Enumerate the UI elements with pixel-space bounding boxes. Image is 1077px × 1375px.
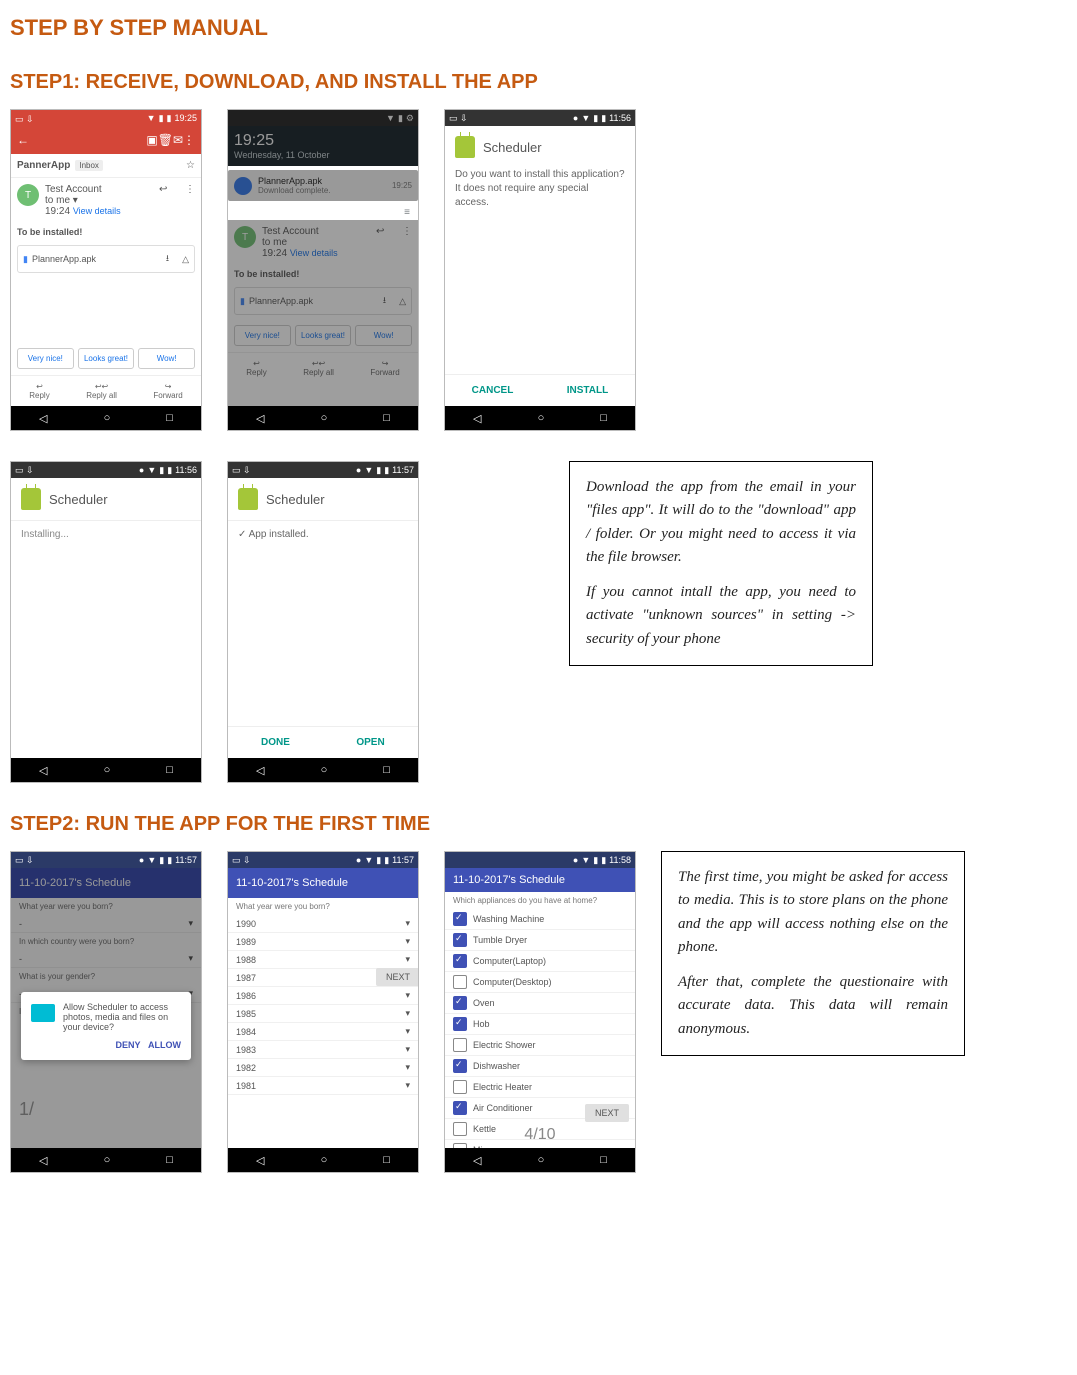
android-icon	[455, 136, 475, 158]
instructions-box-2: The first time, you might be asked for a…	[661, 851, 965, 1056]
year-option[interactable]: 1983▾	[228, 1041, 418, 1059]
screenshot-appliances: ●▼▮▮11:58 11-10-2017's Schedule Which ap…	[444, 851, 636, 1173]
download-icon[interactable]: ⭳	[166, 251, 169, 267]
appliance-checkbox[interactable]: Electric Heater	[445, 1077, 635, 1098]
year-option[interactable]: 1981▾	[228, 1077, 418, 1095]
next-button[interactable]: NEXT	[376, 968, 418, 986]
year-option[interactable]: 1990▾	[228, 915, 418, 933]
install-button[interactable]: INSTALL	[540, 375, 635, 406]
smart-reply[interactable]: Very nice!	[17, 348, 74, 369]
android-icon	[21, 488, 41, 510]
instructions-box-1: Download the app from the email in your …	[569, 461, 873, 666]
back-icon[interactable]: ←	[17, 133, 29, 147]
appliance-checkbox[interactable]: Dishwasher	[445, 1056, 635, 1077]
nav-recent-icon[interactable]: □	[166, 412, 173, 424]
appliance-checkbox[interactable]: Computer(Laptop)	[445, 951, 635, 972]
reply-icon[interactable]: ↩	[159, 184, 167, 195]
screenshot-gmail: ▭⇩ ▼▮▮19:25 ← ▣🗑✉⋮ PannerAppInbox ☆ T Te…	[10, 109, 202, 431]
step1-heading: STEP1: RECEIVE, DOWNLOAD, AND INSTALL TH…	[10, 71, 1067, 94]
screenshot-permission: ▭ ⇩●▼▮▮11:57 11-10-2017's Schedule What …	[10, 851, 202, 1173]
year-option[interactable]: 1988▾	[228, 951, 418, 969]
appliance-checkbox[interactable]: Washing Machine	[445, 909, 635, 930]
android-icon	[238, 488, 258, 510]
avatar: T	[17, 184, 39, 206]
screenshot-installing: ▭ ⇩●▼▮▮11:56 Scheduler Installing... ◁○□	[10, 461, 202, 783]
delete-icon[interactable]: 🗑	[158, 133, 173, 147]
more-icon[interactable]: ⋮	[183, 133, 195, 147]
screenshot-notification: ▼▮⚙ 19:25 Wednesday, 11 October PlannerA…	[227, 109, 419, 431]
appliance-checkbox[interactable]: Electric Shower	[445, 1035, 635, 1056]
appliance-checkbox[interactable]: Tumble Dryer	[445, 930, 635, 951]
file-icon: ▮	[23, 254, 28, 265]
smart-reply[interactable]: Wow!	[138, 348, 195, 369]
archive-icon[interactable]: ▣	[146, 133, 157, 147]
year-option[interactable]: 1986▾	[228, 987, 418, 1005]
replyall-button[interactable]: ↩↩Reply all	[86, 382, 117, 400]
forward-button[interactable]: ↪Forward	[153, 382, 182, 400]
cancel-button[interactable]: CANCEL	[445, 375, 540, 406]
mail-icon[interactable]: ✉	[173, 133, 183, 147]
wifi-icon: ▼	[147, 113, 156, 123]
year-option[interactable]: 1984▾	[228, 1023, 418, 1041]
appliance-checkbox[interactable]: Oven	[445, 993, 635, 1014]
year-option[interactable]: 1982▾	[228, 1059, 418, 1077]
download-complete-icon	[234, 177, 252, 195]
appliance-checkbox[interactable]: Hob	[445, 1014, 635, 1035]
open-button[interactable]: OPEN	[323, 727, 418, 758]
done-button[interactable]: DONE	[228, 727, 323, 758]
star-icon[interactable]: ☆	[186, 160, 195, 171]
drive-icon[interactable]: △	[182, 254, 189, 265]
screenshot-install-prompt: ▭ ⇩ ●▼▮▮11:56 Scheduler Do you want to i…	[444, 109, 636, 431]
folder-icon	[31, 1004, 55, 1022]
appliance-checkbox[interactable]: Computer(Desktop)	[445, 972, 635, 993]
next-button[interactable]: NEXT	[585, 1104, 629, 1122]
year-option[interactable]: 1985▾	[228, 1005, 418, 1023]
year-option[interactable]: 1989▾	[228, 933, 418, 951]
smart-reply[interactable]: Looks great!	[78, 348, 135, 369]
screenshot-installed: ▭ ⇩●▼▮▮11:57 Scheduler ✓ App installed. …	[227, 461, 419, 783]
allow-button[interactable]: ALLOW	[148, 1040, 181, 1050]
more-icon[interactable]: ⋮	[185, 184, 195, 195]
deny-button[interactable]: DENY	[115, 1040, 140, 1050]
nav-back-icon[interactable]: ◁	[39, 412, 47, 425]
screenshot-years: ▭ ⇩●▼▮▮11:57 11-10-2017's Schedule What …	[227, 851, 419, 1173]
page-title: STEP BY STEP MANUAL	[10, 15, 1067, 41]
reply-button[interactable]: ↩Reply	[29, 382, 49, 400]
step2-heading: STEP2: RUN THE APP FOR THE FIRST TIME	[10, 813, 1067, 836]
nav-home-icon[interactable]: ○	[104, 412, 111, 424]
